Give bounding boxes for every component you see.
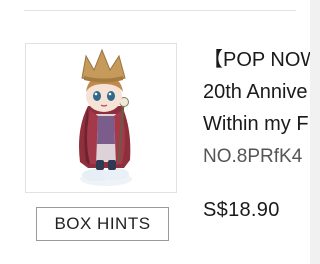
product-image[interactable]: [25, 43, 177, 193]
top-divider: [24, 10, 296, 11]
product-details: 【POP NOW 20th Annive Within my F NO.8PRf…: [203, 44, 310, 172]
scroll-edge: [310, 0, 320, 264]
product-title-line-2[interactable]: 20th Annive: [203, 76, 310, 108]
figure-king-crown-image: [79, 48, 132, 186]
product-title-line-1[interactable]: 【POP NOW: [203, 44, 310, 76]
product-price: S$18.90: [203, 199, 280, 221]
product-sku: NO.8PRfK4: [203, 146, 303, 167]
box-hints-button[interactable]: BOX HINTS: [36, 207, 169, 241]
product-title-line-3[interactable]: Within my F: [203, 108, 310, 140]
